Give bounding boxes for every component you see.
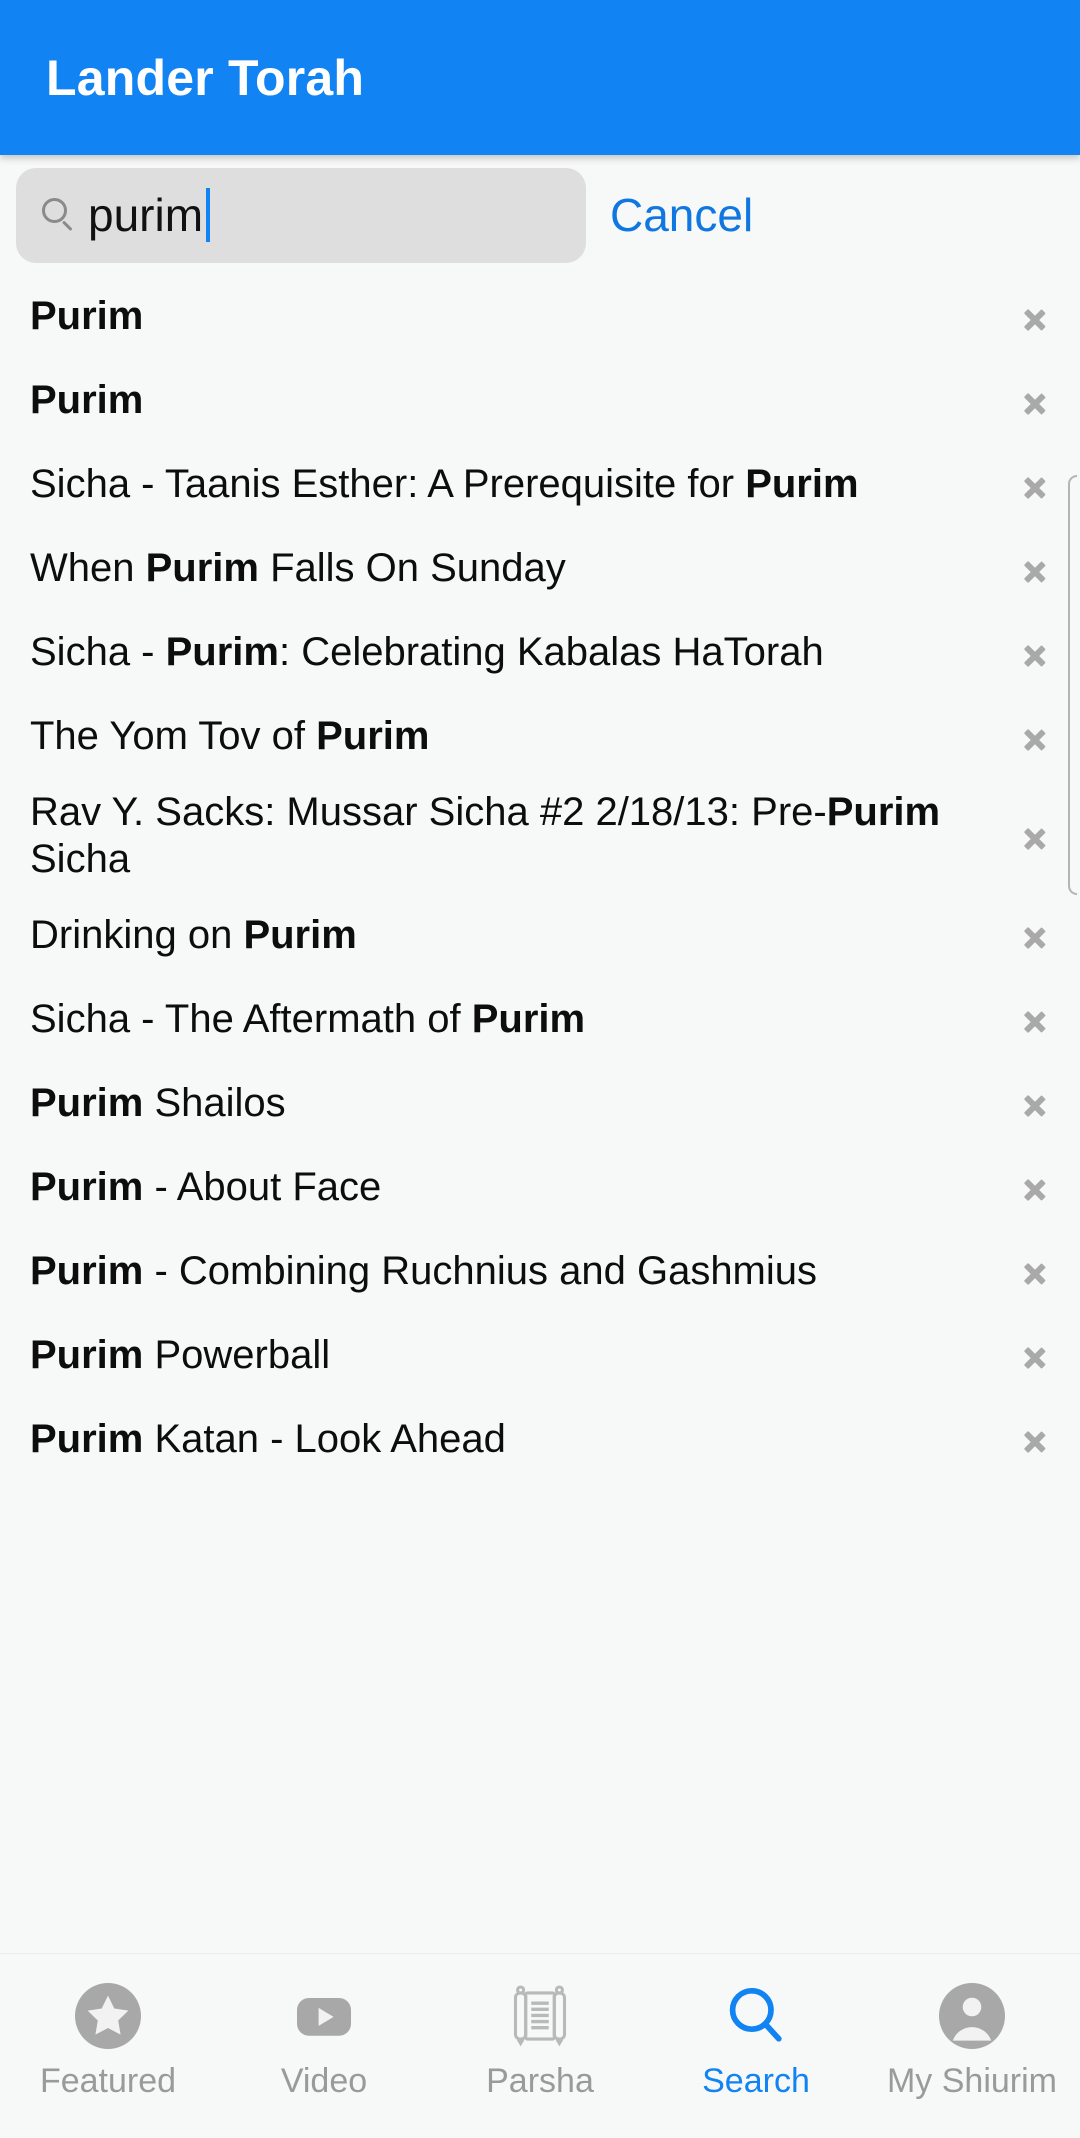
text-caret (206, 188, 211, 242)
search-result-row[interactable]: Sicha - Taanis Esther: A Prerequisite fo… (0, 443, 1080, 527)
search-result-title: Purim (30, 378, 144, 423)
search-result-row[interactable]: Purim Powerball (0, 1313, 1080, 1397)
tab-parsha[interactable]: Parsha (432, 1976, 648, 2098)
search-result-row[interactable]: Drinking on Purim (0, 893, 1080, 977)
search-result-row[interactable]: Purim (0, 359, 1080, 443)
search-result-title: Sicha - The Aftermath of Purim (30, 996, 586, 1041)
search-result-title: Purim Katan - Look Ahead (30, 1416, 506, 1461)
search-result-row[interactable]: Purim Katan - Look Ahead (0, 1397, 1080, 1481)
search-results-list: Purim Purim Sicha - Taanis Esther: A Prere… (0, 275, 1080, 1953)
tab-my-shiurim-label: My Shiurim (886, 2062, 1058, 2100)
tab-search-label: Search (702, 2062, 810, 2100)
chevron-right-icon (1024, 463, 1050, 507)
search-result-title: Rav Y. Sacks: Mussar Sicha #2 2/18/13: P… (30, 790, 941, 882)
app-root: Lander Torah purim Cancel Purim Purim Sich… (0, 0, 1080, 2138)
chevron-right-icon (1024, 1249, 1050, 1293)
tab-search[interactable]: Search (648, 1976, 864, 2098)
search-result-row[interactable]: The Yom Tov of Purim (0, 695, 1080, 779)
tab-featured-label: Featured (39, 2062, 177, 2100)
scrollbar[interactable] (1068, 475, 1077, 895)
cancel-button[interactable]: Cancel (610, 188, 791, 242)
search-result-title: Purim - About Face (30, 1164, 382, 1209)
search-result-row[interactable]: Rav Y. Sacks: Mussar Sicha #2 2/18/13: P… (0, 779, 1080, 893)
search-input-value: purim (88, 189, 204, 241)
chevron-right-icon (1024, 1417, 1050, 1461)
search-result-title: Purim Shailos (30, 1080, 286, 1125)
search-result-title: When Purim Falls On Sunday (30, 546, 566, 591)
search-bar: purim Cancel (0, 155, 1080, 275)
chevron-right-icon (1024, 997, 1050, 1041)
search-result-title: Purim - Combining Ruchnius and Gashmius (30, 1248, 818, 1293)
app-header: Lander Torah (0, 0, 1080, 155)
tab-parsha-label: Parsha (486, 2062, 594, 2100)
star-circle-icon (68, 1976, 148, 2056)
search-result-title: The Yom Tov of Purim (30, 714, 430, 759)
chevron-right-icon (1024, 1333, 1050, 1377)
chevron-right-icon (1024, 295, 1050, 339)
chevron-right-icon (1024, 715, 1050, 759)
search-input[interactable]: purim (16, 167, 586, 263)
person-circle-icon (932, 1976, 1012, 2056)
search-result-title: Drinking on Purim (30, 912, 357, 957)
chevron-right-icon (1024, 379, 1050, 423)
search-result-row[interactable]: Sicha - Purim: Celebrating Kabalas HaTor… (0, 611, 1080, 695)
search-result-title: Sicha - Purim: Celebrating Kabalas HaTor… (30, 630, 824, 675)
chevron-right-icon (1024, 547, 1050, 591)
chevron-right-icon (1024, 814, 1050, 858)
chevron-right-icon (1024, 1165, 1050, 1209)
search-result-row[interactable]: Sicha - The Aftermath of Purim (0, 977, 1080, 1061)
chevron-right-icon (1024, 1081, 1050, 1125)
torah-scroll-icon (500, 1976, 580, 2056)
search-result-row[interactable]: Purim (0, 275, 1080, 359)
chevron-right-icon (1024, 913, 1050, 957)
page-title: Lander Torah (46, 49, 365, 106)
tab-video[interactable]: Video (216, 1976, 432, 2098)
search-icon (716, 1976, 796, 2056)
bottom-tab-bar: Featured Video Parsha Search My Shiurim (0, 1953, 1080, 2138)
search-result-row[interactable]: Purim - Combining Ruchnius and Gashmius (0, 1229, 1080, 1313)
tab-video-label: Video (280, 2062, 368, 2100)
search-result-row[interactable]: Purim - About Face (0, 1145, 1080, 1229)
search-result-title: Sicha - Taanis Esther: A Prerequisite fo… (30, 462, 859, 507)
search-result-row[interactable]: Purim Shailos (0, 1061, 1080, 1145)
search-result-title: Purim (30, 294, 144, 339)
tab-my-shiurim[interactable]: My Shiurim (864, 1976, 1080, 2098)
search-result-title: Purim Powerball (30, 1332, 331, 1377)
chevron-right-icon (1024, 631, 1050, 675)
play-button-icon (284, 1976, 364, 2056)
search-result-row[interactable]: When Purim Falls On Sunday (0, 527, 1080, 611)
tab-featured[interactable]: Featured (0, 1976, 216, 2098)
search-icon (42, 198, 76, 232)
